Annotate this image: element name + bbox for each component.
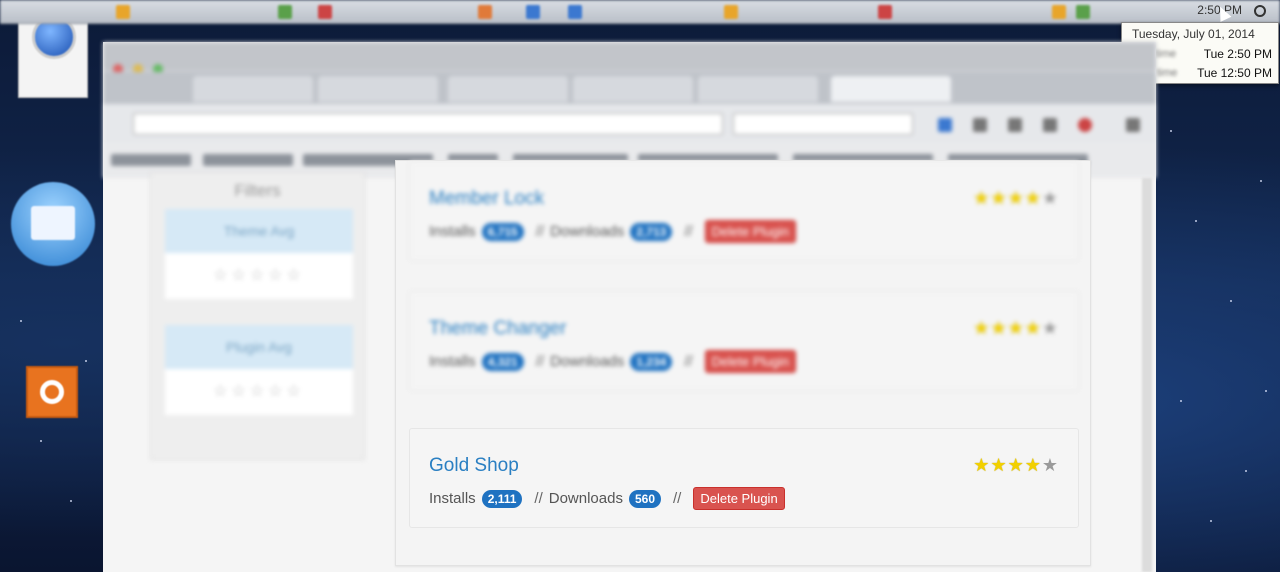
star-icon[interactable]: ★	[973, 456, 989, 474]
separator: //	[535, 353, 545, 370]
downloads-label: Downloads	[550, 223, 625, 240]
plugin-card: Theme Changer Installs 4,321 // Downloads 1,2…	[409, 291, 1079, 391]
star-icon[interactable]: ★	[1025, 189, 1041, 207]
browser-tab-strip	[103, 72, 1156, 104]
browser-navbar	[103, 104, 1156, 142]
sidebar-box-stars[interactable]: ☆☆☆☆☆	[165, 253, 353, 299]
installs-label: Installs	[429, 353, 476, 370]
toolbar-icon[interactable]	[1043, 118, 1057, 132]
sidebar-title: Filters	[234, 181, 281, 200]
url-bar[interactable]	[133, 113, 723, 135]
bookmark-item[interactable]	[111, 154, 191, 166]
downloads-count-badge: 560	[628, 489, 661, 508]
plugin-meta: Installs 6,715 // Downloads 2,713 // Delete Pl…	[429, 220, 796, 243]
star-icon[interactable]: ★	[1042, 319, 1058, 337]
star-icon[interactable]: ★	[1042, 189, 1058, 207]
star-icon[interactable]: ★	[973, 319, 989, 337]
page-scrollbar[interactable]	[1142, 178, 1152, 572]
delete-plugin-button[interactable]: Delete Plugin	[704, 350, 796, 373]
star-icon[interactable]: ★	[1025, 319, 1041, 337]
star-icon[interactable]: ★	[1025, 456, 1041, 474]
toolbar-icon[interactable]	[1078, 118, 1092, 132]
plugin-title[interactable]: Gold Shop	[429, 455, 519, 477]
star-icon[interactable]: ★	[990, 456, 1006, 474]
menu-icon[interactable]	[1126, 118, 1140, 132]
desktop-icon-app[interactable]	[26, 366, 80, 418]
plugin-list-panel: Member Lock Installs 6,715 // Downloads 2,713…	[395, 160, 1091, 566]
toolbar-icon[interactable]	[1008, 118, 1022, 132]
delete-plugin-button[interactable]: Delete Plugin	[693, 487, 785, 510]
sidebar-box: Plugin Avg ☆☆☆☆☆	[165, 325, 353, 415]
installs-label: Installs	[429, 223, 476, 240]
star-icon[interactable]: ★	[1008, 319, 1024, 337]
folder-app-icon	[11, 182, 95, 266]
installs-label: Installs	[429, 490, 476, 507]
clock-row-value: Tue 2:50 PM	[1203, 47, 1272, 61]
rating-stars[interactable]: ★ ★ ★ ★ ★	[973, 189, 1058, 207]
browser-tab[interactable]	[698, 76, 818, 102]
rating-stars[interactable]: ★ ★ ★ ★ ★	[973, 456, 1058, 474]
star-icon[interactable]: ★	[973, 189, 989, 207]
browser-tab[interactable]	[573, 76, 693, 102]
toolbar-icon[interactable]	[973, 118, 987, 132]
top-menubar	[0, 0, 1280, 24]
rating-stars[interactable]: ★ ★ ★ ★ ★	[973, 319, 1058, 337]
installs-count-badge: 2,111	[481, 489, 523, 508]
star-icon[interactable]: ★	[990, 319, 1006, 337]
star-icon[interactable]: ★	[990, 189, 1006, 207]
installs-count-badge: 4,321	[481, 352, 524, 371]
separator: //	[684, 223, 693, 240]
delete-plugin-button[interactable]: Delete Plugin	[704, 220, 796, 243]
separator: //	[534, 490, 543, 507]
toolbar-icon[interactable]	[938, 118, 952, 132]
browser-tab[interactable]	[318, 76, 438, 102]
star-icon[interactable]: ★	[1042, 456, 1058, 474]
app-gear-icon	[26, 366, 78, 418]
downloads-count-badge: 2,713	[630, 222, 673, 241]
browser-tab-active[interactable]	[831, 76, 951, 102]
installs-count-badge: 6,715	[481, 222, 524, 241]
browser-tab[interactable]	[193, 76, 313, 102]
sidebar-box-stars[interactable]: ☆☆☆☆☆	[165, 369, 353, 415]
desktop-icon-folder[interactable]	[10, 182, 96, 266]
plugin-card: Gold Shop Installs 2,111 // Downloads 560 // De…	[409, 428, 1079, 528]
sidebar-box-heading[interactable]: Theme Avg	[165, 209, 353, 253]
plugin-card: Member Lock Installs 6,715 // Downloads 2,713…	[409, 161, 1079, 261]
separator: //	[684, 353, 693, 370]
clock-row-value: Tue 12:50 PM	[1197, 66, 1272, 80]
downloads-label: Downloads	[548, 490, 623, 507]
clock-icon[interactable]	[1254, 5, 1266, 17]
plugin-title[interactable]: Theme Changer	[429, 318, 566, 340]
browser-search-box[interactable]	[733, 113, 913, 135]
browser-titlebar	[103, 42, 1156, 74]
sidebar-box: Theme Avg ☆☆☆☆☆	[165, 209, 353, 299]
plugin-title[interactable]: Member Lock	[429, 188, 544, 210]
browser-chrome	[103, 42, 1156, 178]
separator: //	[535, 223, 545, 240]
bookmark-item[interactable]	[203, 154, 293, 166]
browser-tab[interactable]	[448, 76, 568, 102]
clock-popup-date: Tuesday, July 01, 2014	[1132, 27, 1255, 41]
downloads-label: Downloads	[550, 353, 625, 370]
sidebar-box-heading[interactable]: Plugin Avg	[165, 325, 353, 369]
desktop-icon-label	[18, 101, 88, 111]
star-icon[interactable]: ★	[1008, 456, 1024, 474]
downloads-count-badge: 1,234	[630, 352, 673, 371]
star-icon[interactable]: ★	[1008, 189, 1024, 207]
plugin-meta: Installs 4,321 // Downloads 1,234 // Delete Pl…	[429, 350, 796, 373]
filter-sidebar: Filters Theme Avg ☆☆☆☆☆ Plugin Avg ☆☆☆☆☆	[150, 172, 365, 460]
separator: //	[673, 490, 682, 507]
plugin-meta: Installs 2,111 // Downloads 560 // Delete Plug…	[429, 487, 785, 510]
